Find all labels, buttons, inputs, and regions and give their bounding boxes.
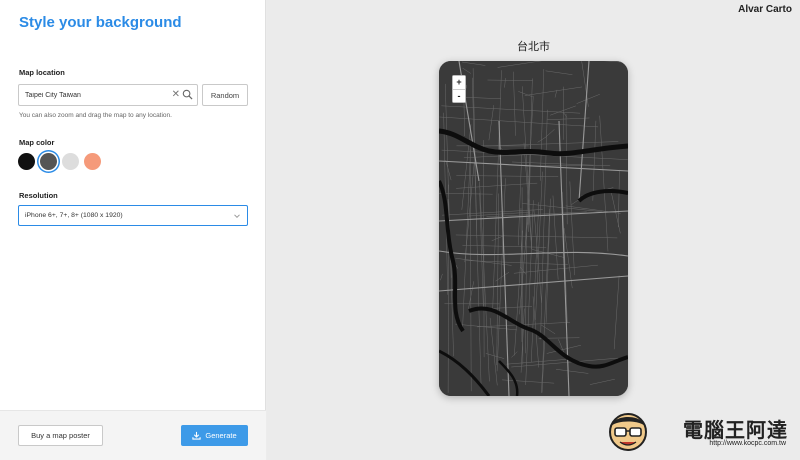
generate-label: Generate bbox=[205, 431, 237, 440]
resolution-value: iPhone 6+, 7+, 8+ (1080 x 1920) bbox=[25, 212, 123, 219]
map-title: 台北市 bbox=[517, 41, 550, 53]
location-field[interactable]: ✕ bbox=[18, 84, 198, 106]
map-canvas[interactable] bbox=[439, 61, 628, 396]
color-swatch[interactable] bbox=[18, 153, 35, 170]
search-icon[interactable] bbox=[182, 89, 193, 100]
map-location-label: Map location bbox=[19, 68, 65, 77]
color-swatch[interactable] bbox=[62, 153, 79, 170]
chevron-down-icon bbox=[234, 214, 240, 219]
watermark: 電腦王阿達 http://www.kocpc.com.tw bbox=[604, 408, 794, 456]
zoom-control: + - bbox=[452, 75, 466, 103]
map-preview[interactable]: + - bbox=[439, 61, 628, 396]
generate-button[interactable]: Generate bbox=[181, 425, 248, 446]
mascot-face-icon bbox=[609, 413, 647, 451]
buy-map-poster-button[interactable]: Buy a map poster bbox=[18, 425, 103, 446]
watermark-text: 電腦王阿達 bbox=[683, 418, 788, 442]
panel-footer: Buy a map poster Generate bbox=[0, 410, 266, 460]
preview-stage: Alvar Carto 台北市 + - 電腦王阿達 http://www.koc… bbox=[267, 0, 800, 460]
style-panel: Style your background Map location ✕ Ran… bbox=[0, 0, 266, 460]
watermark-url: http://www.kocpc.com.tw bbox=[709, 440, 786, 447]
color-swatches bbox=[18, 153, 101, 170]
location-input[interactable] bbox=[25, 85, 165, 105]
download-icon bbox=[192, 431, 201, 440]
clear-icon[interactable]: ✕ bbox=[172, 88, 180, 102]
color-swatch[interactable] bbox=[40, 153, 57, 170]
resolution-label: Resolution bbox=[19, 191, 58, 200]
zoom-out-button[interactable]: - bbox=[453, 89, 465, 102]
random-button[interactable]: Random bbox=[202, 84, 248, 106]
resolution-select[interactable]: iPhone 6+, 7+, 8+ (1080 x 1920) bbox=[18, 205, 248, 226]
map-color-label: Map color bbox=[19, 138, 55, 147]
location-hint: You can also zoom and drag the map to an… bbox=[19, 112, 172, 119]
brand-logo[interactable]: Alvar Carto bbox=[738, 4, 792, 15]
panel-title: Style your background bbox=[19, 14, 182, 31]
color-swatch[interactable] bbox=[84, 153, 101, 170]
zoom-in-button[interactable]: + bbox=[453, 76, 465, 89]
